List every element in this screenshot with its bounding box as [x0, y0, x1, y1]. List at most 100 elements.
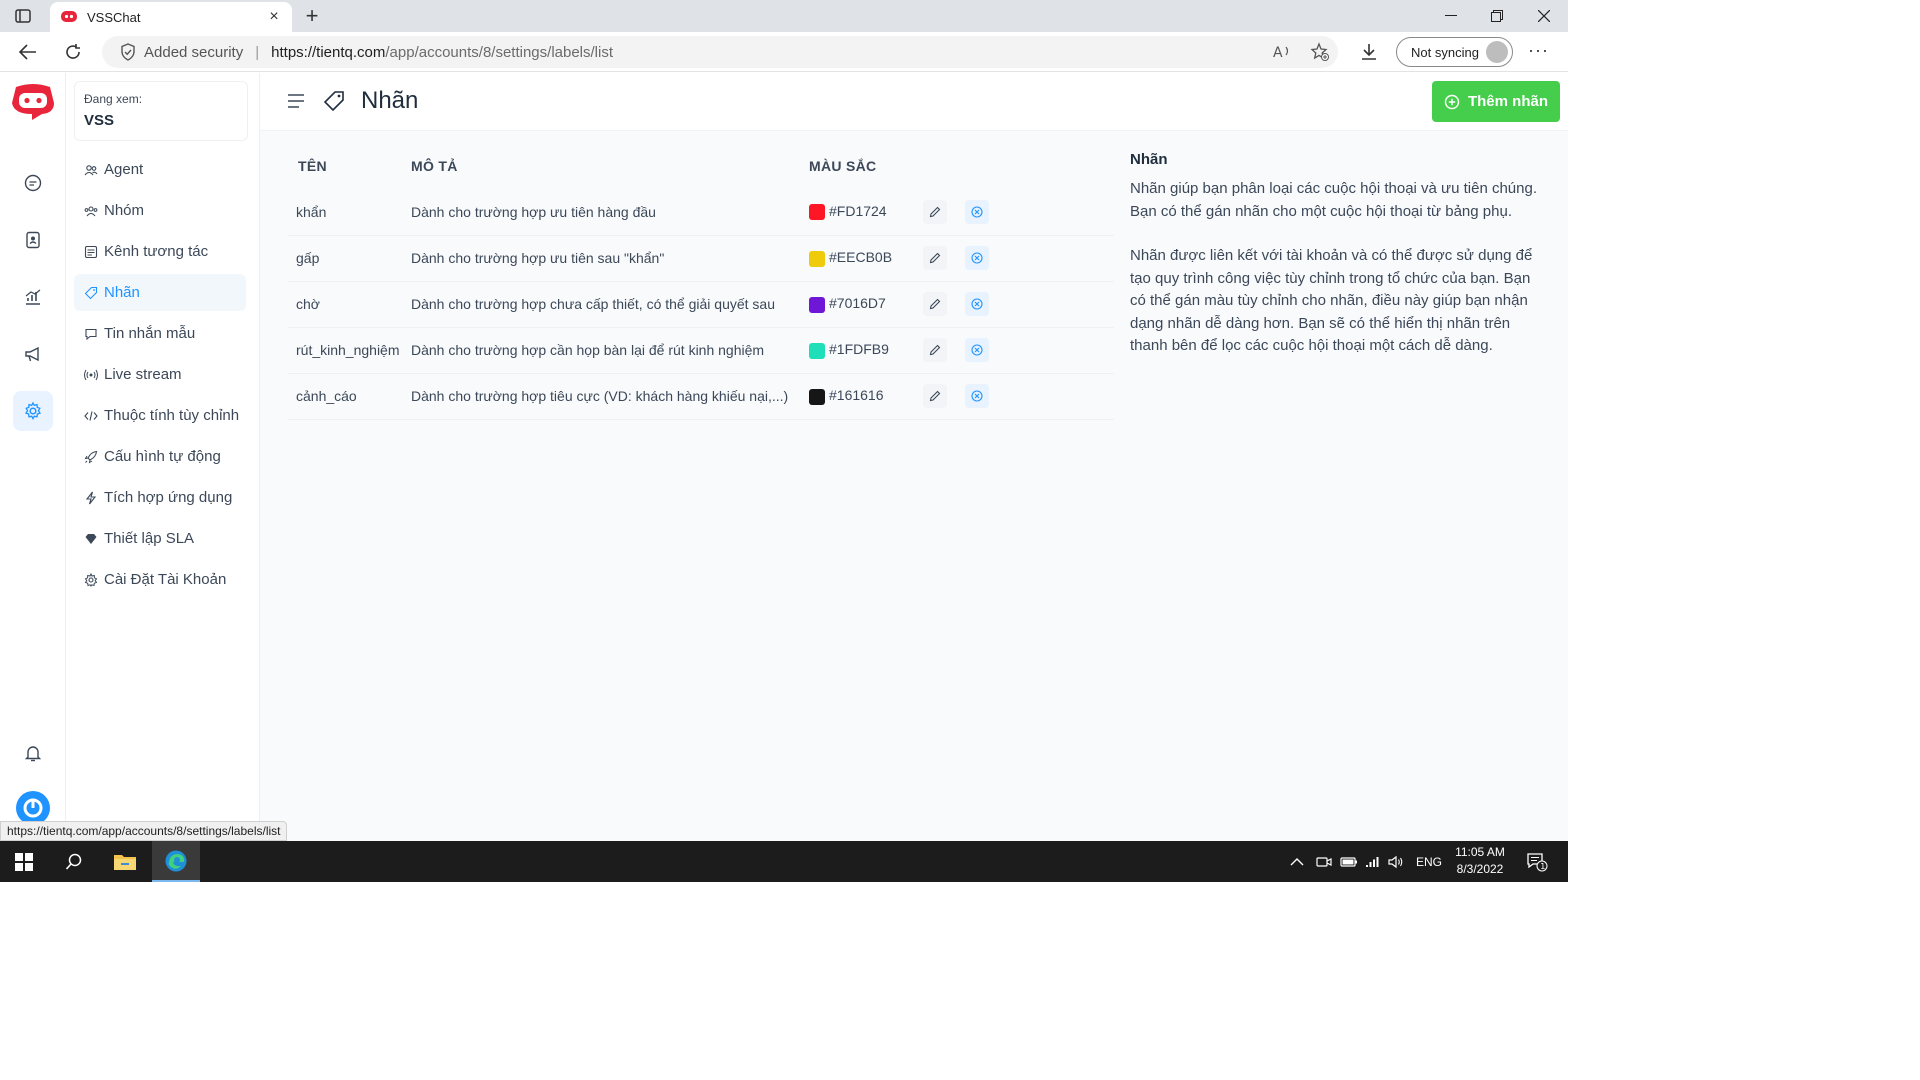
reports-icon[interactable] — [13, 277, 53, 317]
edge-browser-icon[interactable] — [152, 841, 200, 882]
label-description: Dành cho trường hợp cần họp bàn lại để r… — [411, 327, 809, 374]
user-avatar[interactable] — [16, 791, 50, 825]
menu-toggle-icon[interactable] — [286, 91, 306, 111]
url-field[interactable]: Added security | https://tientq.com/app/… — [102, 36, 1338, 68]
sidebar-item-custom-attributes[interactable]: Thuộc tính tùy chỉnh — [74, 397, 246, 434]
app-root: Đang xem: VSS Agent Nhóm Kênh tương tác … — [0, 73, 1568, 841]
page-title: Nhãn — [361, 87, 419, 114]
close-window-icon[interactable] — [1521, 0, 1567, 32]
label-name: chờ — [288, 281, 411, 328]
wifi-icon[interactable] — [1364, 841, 1380, 882]
color-swatch — [809, 342, 825, 359]
url-separator: | — [255, 43, 260, 61]
download-icon[interactable] — [1355, 38, 1383, 66]
diamond-icon — [84, 532, 98, 546]
sidebar-item-label: Kênh tương tác — [104, 243, 209, 260]
edit-pencil-icon[interactable] — [923, 338, 947, 362]
more-options-icon[interactable]: ··· — [1528, 40, 1549, 61]
sidebar-item-canned-responses[interactable]: Tin nhắn mẫu — [74, 315, 246, 352]
volume-icon[interactable] — [1388, 841, 1404, 882]
add-label-button[interactable]: Thêm nhãn — [1432, 81, 1560, 122]
contacts-icon[interactable] — [13, 220, 53, 260]
sidebar-item-sla[interactable]: Thiết lập SLA — [74, 520, 246, 557]
show-hidden-icons-icon[interactable] — [1290, 841, 1304, 882]
conversations-icon[interactable] — [13, 163, 53, 203]
svg-text:A: A — [1273, 45, 1283, 61]
browser-tab[interactable]: VSSChat × — [50, 2, 292, 32]
edit-pencil-icon[interactable] — [923, 246, 947, 270]
plus-circle-icon — [1444, 94, 1460, 109]
label-description: Dành cho trường hợp ưu tiên sau "khẩn" — [411, 235, 809, 282]
delete-x-circle-icon[interactable] — [964, 246, 989, 270]
main-content: Nhãn Thêm nhãn TÊN MÔ TẢ MÀU SẮC khẩn Dà… — [260, 73, 1568, 841]
sidebar-item-integrations[interactable]: Tích hợp ứng dụng — [74, 479, 246, 516]
settings-sidebar: Đang xem: VSS Agent Nhóm Kênh tương tác … — [66, 73, 260, 841]
restore-icon[interactable] — [1474, 0, 1520, 32]
settings-menu: Agent Nhóm Kênh tương tác Nhãn Tin nhắn … — [74, 151, 246, 602]
sidebar-item-inboxes[interactable]: Kênh tương tác — [74, 233, 246, 270]
add-favorite-icon[interactable] — [1310, 42, 1330, 62]
taskbar-clock[interactable]: 11:05 AM 8/3/2022 — [1448, 844, 1512, 878]
sidebar-item-teams[interactable]: Nhóm — [74, 192, 246, 229]
label-name: cảnh_cáo — [288, 373, 411, 420]
notifications-bell-icon[interactable] — [13, 733, 53, 773]
column-header-name: TÊN — [298, 158, 327, 174]
delete-x-circle-icon[interactable] — [964, 338, 989, 362]
settings-icon[interactable] — [13, 391, 53, 431]
color-hex: #EECB0B — [829, 249, 893, 266]
vsschat-logo[interactable] — [10, 83, 56, 121]
search-icon[interactable] — [50, 841, 98, 882]
label-name: khẩn — [288, 189, 411, 236]
language-indicator[interactable]: ENG — [1416, 841, 1442, 882]
profile-sync-button[interactable]: Not syncing — [1396, 37, 1513, 67]
actions-cell — [921, 235, 1114, 282]
label-description: Dành cho trường hợp chưa cấp thiết, có t… — [411, 281, 809, 328]
table-row: rút_kinh_nghiệm Dành cho trường hợp cần … — [288, 327, 1114, 374]
meet-now-icon[interactable] — [1316, 841, 1332, 882]
tab-close-icon[interactable]: × — [266, 8, 282, 25]
help-panel: Nhãn Nhãn giúp bạn phân loại các cuộc hộ… — [1130, 151, 1550, 380]
battery-icon[interactable] — [1340, 841, 1358, 882]
color-swatch — [809, 296, 825, 313]
actions-cell — [921, 373, 1114, 420]
sidebar-item-label: Cài Đặt Tài Khoản — [104, 571, 227, 588]
refresh-icon[interactable] — [59, 38, 87, 66]
edit-pencil-icon[interactable] — [923, 292, 947, 316]
sidebar-item-agent[interactable]: Agent — [74, 151, 246, 188]
delete-x-circle-icon[interactable] — [964, 384, 989, 408]
notification-center-icon[interactable]: 1 — [1526, 841, 1548, 882]
label-color-cell: #EECB0B — [809, 235, 921, 282]
column-header-actions — [921, 143, 1114, 189]
automation-icon — [84, 450, 98, 464]
clock-time: 11:05 AM — [1455, 845, 1505, 859]
start-windows-icon[interactable] — [0, 841, 48, 882]
table-header-row: TÊN MÔ TẢ MÀU SẮC — [288, 143, 1114, 189]
tab-title: VSSChat — [87, 9, 141, 25]
campaigns-icon[interactable] — [13, 334, 53, 374]
new-tab-icon[interactable]: + — [300, 3, 324, 28]
sidebar-item-account-settings[interactable]: Cài Đặt Tài Khoản — [74, 561, 246, 598]
delete-x-circle-icon[interactable] — [964, 292, 989, 316]
table-row: gấp Dành cho trường hợp ưu tiên sau "khẩ… — [288, 235, 1114, 282]
tab-actions-icon[interactable] — [12, 6, 34, 26]
windows-taskbar: ENG 11:05 AM 8/3/2022 1 — [0, 841, 1568, 882]
team-icon — [84, 204, 98, 218]
sidebar-item-live-stream[interactable]: Live stream — [74, 356, 246, 393]
sidebar-item-labels[interactable]: Nhãn — [74, 274, 246, 311]
clock-date: 8/3/2022 — [1456, 862, 1504, 876]
notification-count: 1 — [1540, 862, 1545, 871]
shield-check-icon — [121, 43, 135, 61]
minimize-icon[interactable] — [1428, 0, 1474, 32]
sidebar-item-label: Thiết lập SLA — [104, 530, 195, 547]
broadcast-icon — [84, 368, 98, 382]
inbox-icon — [84, 245, 98, 259]
file-explorer-icon[interactable] — [101, 841, 149, 882]
label-color-cell: #FD1724 — [809, 189, 921, 236]
back-icon[interactable] — [14, 38, 42, 66]
edit-pencil-icon[interactable] — [923, 199, 947, 224]
read-aloud-icon[interactable]: A — [1272, 42, 1292, 62]
edit-pencil-icon[interactable] — [923, 384, 947, 408]
account-switcher[interactable]: Đang xem: VSS — [74, 81, 248, 141]
sidebar-item-automation[interactable]: Cấu hình tự động — [74, 438, 246, 475]
delete-x-circle-icon[interactable] — [964, 199, 989, 224]
